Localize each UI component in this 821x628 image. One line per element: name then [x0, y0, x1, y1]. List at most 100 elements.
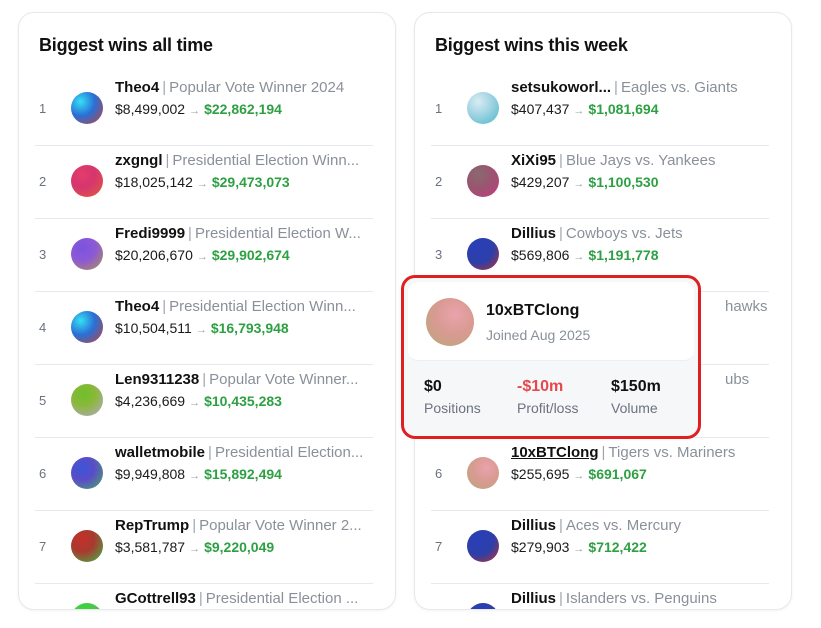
market-name[interactable]: ubs	[725, 371, 749, 388]
avatar[interactable]	[467, 603, 499, 609]
joined-date: Joined Aug 2025	[486, 327, 591, 343]
avatar[interactable]	[71, 603, 103, 609]
list-item[interactable]: 6 10xBTClong | Tigers vs. Mariners $255,69…	[415, 438, 791, 511]
arrow-right-icon: →	[573, 543, 585, 555]
profit-loss-label: Profit/loss	[517, 400, 579, 416]
list-item[interactable]: 2 zxgngl | Presidential Election Winn... $…	[19, 146, 395, 219]
separator: |	[601, 444, 606, 461]
username-link[interactable]: zxgngl	[115, 152, 163, 169]
rank-number: 3	[39, 247, 47, 262]
list-item[interactable]: 1 Theo4 | Popular Vote Winner 2024 $8,499,…	[19, 73, 395, 146]
rank-number: 7	[39, 539, 47, 554]
separator: |	[165, 152, 170, 169]
username-link[interactable]: Dillius	[511, 517, 556, 534]
amount-won: $712,422	[588, 539, 647, 555]
market-name[interactable]: Presidential Election ...	[206, 590, 359, 607]
market-name[interactable]: hawks	[725, 298, 768, 315]
username-link[interactable]: Len9311238	[115, 371, 199, 388]
list-item[interactable]: 2 XiXi95 | Blue Jays vs. Yankees $429,207 →…	[415, 146, 791, 219]
list-item[interactable]: 6 walletmobile | Presidential Election... …	[19, 438, 395, 511]
volume-value: $150m	[611, 378, 661, 395]
separator: |	[208, 444, 212, 461]
username-link[interactable]: setsukoworl...	[511, 79, 611, 96]
amount-won: $29,473,073	[211, 174, 290, 190]
avatar[interactable]	[71, 165, 103, 197]
market-name[interactable]: Blue Jays vs. Yankees	[566, 152, 716, 169]
username-link[interactable]: walletmobile	[115, 444, 205, 461]
amount-won: $9,220,049	[204, 539, 275, 555]
rank-number: 7	[435, 539, 443, 554]
card-title: Biggest wins all time	[39, 35, 213, 55]
avatar[interactable]	[71, 238, 103, 270]
wins-list: 1 Theo4 | Popular Vote Winner 2024 $8,499,…	[19, 73, 395, 609]
amount-in: $20,206,670	[115, 247, 193, 263]
list-item[interactable]: 4 Theo4 | Presidential Election Winn... $1…	[19, 292, 395, 365]
rank-number: 4	[39, 320, 47, 335]
list-item[interactable]: 8 Dillius|Islanders vs. Penguins	[415, 584, 791, 609]
user-profile-popover[interactable]: 10xBTClong Joined Aug 2025 $0 Positions …	[401, 275, 701, 439]
market-name[interactable]: Presidential Election W...	[195, 225, 361, 242]
positions-label: Positions	[424, 400, 481, 416]
avatar[interactable]	[467, 457, 499, 489]
username-link[interactable]: Fredi9999	[115, 225, 185, 242]
amount-won: $691,067	[588, 466, 647, 482]
separator: |	[559, 152, 563, 169]
arrow-right-icon: →	[573, 178, 585, 190]
market-name[interactable]: Presidential Election Winn...	[172, 152, 359, 169]
positions-value: $0	[424, 378, 442, 395]
separator: |	[202, 371, 207, 388]
list-item[interactable]: 1 setsukoworl... | Eagles vs. Giants $407,…	[415, 73, 791, 146]
avatar[interactable]	[467, 165, 499, 197]
avatar[interactable]	[71, 92, 103, 124]
separator: |	[559, 517, 563, 534]
username-link[interactable]: 10xBTClong	[511, 444, 599, 461]
list-item[interactable]: 7 Dillius | Aces vs. Mercury $279,903 → $712…	[415, 511, 791, 584]
market-name[interactable]: Popular Vote Winner 2024	[169, 79, 344, 96]
stat-profit-loss: -$10m Profit/loss	[517, 378, 578, 416]
market-name[interactable]: Popular Vote Winner...	[209, 371, 358, 388]
card-title: Biggest wins this week	[435, 35, 628, 55]
separator: |	[192, 517, 197, 534]
username-link[interactable]: Dillius	[511, 590, 556, 607]
amount-in: $407,437	[511, 101, 570, 117]
arrow-right-icon: →	[189, 105, 201, 117]
market-name[interactable]: Aces vs. Mercury	[566, 517, 681, 534]
list-item[interactable]: 5 Len9311238 | Popular Vote Winner... $4,2…	[19, 365, 395, 438]
market-name[interactable]: Presidential Election...	[215, 444, 363, 461]
amount-in: $8,499,002	[115, 101, 186, 117]
list-item[interactable]: 7 RepTrump | Popular Vote Winner 2... $3,5…	[19, 511, 395, 584]
market-name[interactable]: Islanders vs. Penguins	[566, 590, 717, 607]
amount-in: $255,695	[511, 466, 570, 482]
stat-volume: $150m Volume	[611, 378, 661, 416]
market-name[interactable]: Tigers vs. Mariners	[608, 444, 735, 461]
amount-won: $1,100,530	[588, 174, 659, 190]
avatar[interactable]	[467, 92, 499, 124]
market-name[interactable]: Popular Vote Winner 2...	[199, 517, 362, 534]
username-link[interactable]: GCottrell93	[115, 590, 196, 607]
market-name[interactable]: Cowboys vs. Jets	[566, 225, 683, 242]
avatar[interactable]	[426, 298, 474, 346]
username-link[interactable]: XiXi95	[511, 152, 556, 169]
arrow-right-icon: →	[189, 470, 201, 482]
username-link[interactable]: RepTrump	[115, 517, 189, 534]
username-link[interactable]: Theo4	[115, 298, 159, 315]
volume-label: Volume	[611, 400, 658, 416]
arrow-right-icon: →	[189, 543, 201, 555]
avatar[interactable]	[467, 530, 499, 562]
avatar[interactable]	[467, 238, 499, 270]
rank-number: 6	[435, 466, 443, 481]
market-name[interactable]: Eagles vs. Giants	[621, 79, 738, 96]
avatar[interactable]	[71, 384, 103, 416]
popover-username[interactable]: 10xBTClong	[486, 302, 579, 320]
list-item[interactable]: 3 Fredi9999 | Presidential Election W... $…	[19, 219, 395, 292]
arrow-right-icon: →	[195, 324, 207, 336]
username-link[interactable]: Theo4	[115, 79, 159, 96]
avatar[interactable]	[71, 457, 103, 489]
market-name[interactable]: Presidential Election Winn...	[169, 298, 356, 315]
username-link[interactable]: Dillius	[511, 225, 556, 242]
list-item[interactable]: 8 GCottrell93|Presidential Election ...	[19, 584, 395, 609]
avatar[interactable]	[71, 530, 103, 562]
amount-in: $18,025,142	[115, 174, 193, 190]
avatar[interactable]	[71, 311, 103, 343]
separator: |	[559, 590, 563, 607]
